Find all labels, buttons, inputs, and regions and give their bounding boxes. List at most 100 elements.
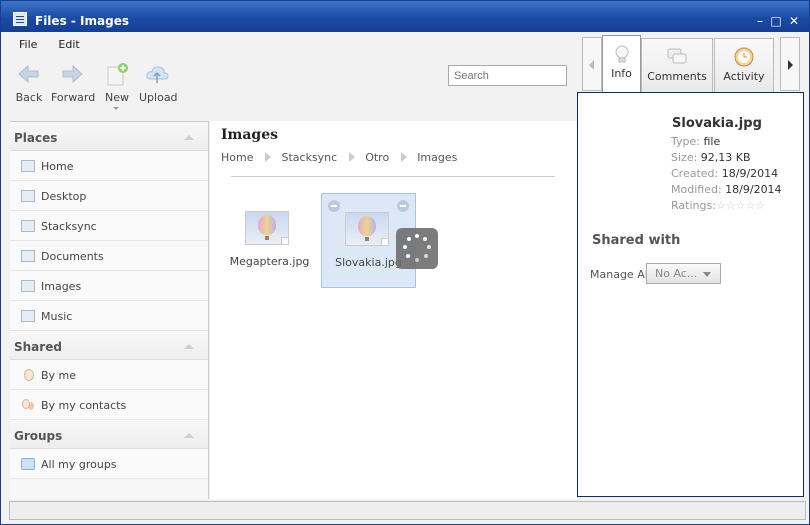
loading-spinner-icon bbox=[396, 228, 438, 269]
sidebar-item-label: All my groups bbox=[41, 458, 117, 471]
collapse-icon[interactable] bbox=[184, 344, 194, 349]
manage-all-label: Manage All bbox=[590, 268, 651, 281]
tab-comments[interactable]: Comments bbox=[641, 38, 713, 93]
breadcrumb-separator-icon bbox=[401, 152, 408, 162]
tab-label: Info bbox=[611, 67, 632, 80]
documents-folder-icon bbox=[21, 250, 35, 262]
app-window: Files - Images – □ ✕ File Edit Back Forwa… bbox=[0, 0, 810, 525]
sidebar-item-stacksync[interactable]: Stacksync bbox=[10, 211, 208, 241]
groups-title: Groups bbox=[14, 429, 63, 443]
sidebar-item-documents[interactable]: Documents bbox=[10, 241, 208, 271]
folder-title: Images bbox=[221, 127, 279, 143]
minimize-icon[interactable]: – bbox=[753, 14, 767, 28]
file-name: Megaptera.jpg bbox=[229, 255, 310, 268]
back-button[interactable]: Back bbox=[14, 61, 44, 104]
breadcrumb-stacksync[interactable]: Stacksync bbox=[281, 151, 337, 164]
maximize-icon[interactable]: □ bbox=[769, 14, 783, 28]
collapse-icon[interactable] bbox=[184, 135, 194, 140]
forward-button[interactable]: Forward bbox=[51, 61, 96, 104]
upload-button[interactable]: Upload bbox=[139, 61, 178, 104]
groups-icon bbox=[21, 458, 35, 470]
upload-cloud-icon bbox=[144, 61, 170, 87]
search-input[interactable] bbox=[448, 65, 567, 86]
breadcrumb-otro[interactable]: Otro bbox=[365, 151, 389, 164]
sidebar-item-all-my-groups[interactable]: All my groups bbox=[10, 449, 208, 479]
new-button[interactable]: New bbox=[104, 61, 130, 110]
clock-icon bbox=[733, 46, 755, 68]
collapse-icon[interactable] bbox=[184, 433, 194, 438]
tab-info[interactable]: Info bbox=[602, 35, 641, 93]
sidebar-item-by-me[interactable]: By me bbox=[10, 360, 208, 390]
sidebar-item-label: By me bbox=[41, 369, 77, 382]
info-key: Ratings: bbox=[671, 199, 716, 212]
info-value: 92,13 KB bbox=[700, 151, 751, 164]
forward-label: Forward bbox=[51, 91, 96, 104]
sidebar-item-by-my-contacts[interactable]: By my contacts bbox=[10, 390, 208, 420]
image-thumbnail bbox=[345, 212, 389, 246]
file-item[interactable]: Megaptera.jpg bbox=[222, 193, 317, 288]
sidebar-item-label: Desktop bbox=[41, 190, 87, 203]
manage-all-select[interactable]: No Ac... bbox=[646, 263, 721, 284]
info-size: Size: 92,13 KB bbox=[671, 151, 751, 164]
tabs-scroll-left-button[interactable] bbox=[582, 37, 602, 91]
info-key: Created: bbox=[671, 167, 719, 180]
files-app-icon bbox=[13, 12, 27, 26]
star-icon[interactable]: ☆ bbox=[716, 199, 726, 212]
tab-activity[interactable]: Activity bbox=[714, 38, 774, 93]
rating-stars[interactable]: ☆☆☆☆☆ bbox=[716, 199, 765, 212]
menu-bar: File Edit bbox=[10, 38, 92, 54]
chevron-down-icon bbox=[703, 272, 711, 277]
tabs-scroll-right-button[interactable] bbox=[780, 37, 800, 91]
tab-label: Activity bbox=[723, 70, 765, 83]
image-thumbnail bbox=[245, 211, 289, 245]
desktop-icon bbox=[21, 190, 35, 202]
window-title: Files - Images bbox=[35, 14, 129, 28]
breadcrumb-images[interactable]: Images bbox=[417, 151, 457, 164]
chevron-right-icon bbox=[788, 60, 793, 70]
sidebar-item-music[interactable]: Music bbox=[10, 301, 208, 331]
info-panel: Slovakia.jpg Type: file Size: 92,13 KB C… bbox=[577, 92, 804, 497]
shared-section-header[interactable]: Shared bbox=[10, 331, 208, 360]
star-icon[interactable]: ☆ bbox=[726, 199, 736, 212]
sidebar-item-label: By my contacts bbox=[41, 399, 127, 412]
info-value: file bbox=[703, 135, 721, 148]
sidebar-item-label: Home bbox=[41, 160, 74, 173]
contacts-icon bbox=[22, 399, 30, 409]
star-icon[interactable]: ☆ bbox=[755, 199, 765, 212]
star-icon[interactable]: ☆ bbox=[746, 199, 756, 212]
sidebar-item-label: Music bbox=[41, 310, 73, 323]
menu-edit[interactable]: Edit bbox=[58, 38, 79, 51]
new-label: New bbox=[105, 91, 129, 104]
sidebar-item-images[interactable]: Images bbox=[10, 271, 208, 301]
images-folder-icon bbox=[21, 280, 35, 292]
places-title: Places bbox=[14, 131, 58, 145]
shared-with-title: Shared with bbox=[592, 233, 681, 248]
breadcrumb: Home Stacksync Otro Images bbox=[221, 151, 457, 164]
info-key: Size: bbox=[671, 151, 698, 164]
options-icon[interactable] bbox=[397, 200, 409, 212]
title-bar[interactable]: Files - Images – □ ✕ bbox=[1, 1, 809, 32]
toolbar: Back Forward New Upload bbox=[10, 61, 210, 110]
breadcrumb-separator-icon bbox=[265, 152, 272, 162]
info-key: Modified: bbox=[671, 183, 722, 196]
upload-label: Upload bbox=[139, 91, 178, 104]
breadcrumb-home[interactable]: Home bbox=[221, 151, 253, 164]
sidebar-item-desktop[interactable]: Desktop bbox=[10, 181, 208, 211]
sidebar-item-home[interactable]: Home bbox=[10, 151, 208, 181]
divider bbox=[231, 176, 555, 177]
places-section-header[interactable]: Places bbox=[10, 122, 208, 151]
deselect-icon[interactable] bbox=[328, 200, 340, 212]
stacksync-folder-icon bbox=[21, 220, 35, 232]
info-value: 18/9/2014 bbox=[725, 183, 782, 196]
music-folder-icon bbox=[21, 310, 35, 322]
new-file-icon bbox=[104, 61, 130, 87]
star-icon[interactable]: ☆ bbox=[736, 199, 746, 212]
sidebar-item-label: Images bbox=[41, 280, 82, 293]
tab-label: Comments bbox=[647, 70, 707, 83]
info-key: Type: bbox=[671, 135, 700, 148]
close-icon[interactable]: ✕ bbox=[787, 14, 801, 28]
info-modified: Modified: 18/9/2014 bbox=[671, 183, 782, 196]
menu-file[interactable]: File bbox=[19, 38, 37, 51]
groups-section-header[interactable]: Groups bbox=[10, 420, 208, 449]
new-dropdown-icon[interactable] bbox=[113, 107, 119, 110]
